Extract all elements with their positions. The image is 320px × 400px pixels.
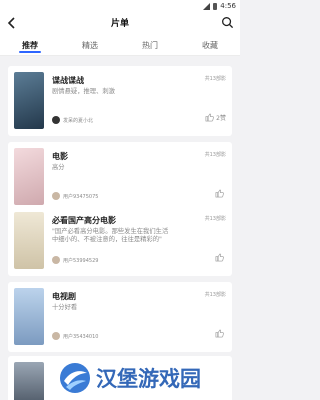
thumbs-up-icon <box>215 253 224 262</box>
signal-icon <box>203 2 211 10</box>
playlist-cover <box>14 72 44 129</box>
app-header: 片单 <box>0 12 240 34</box>
playlist-description: 剧情悬疑，推理、刺激 <box>52 88 115 95</box>
playlist-card[interactable]: 电视剧 共13部影 十分好看 用户35434010 <box>8 282 232 352</box>
like-count: 2赞 <box>216 115 226 122</box>
playlist-author[interactable]: 用户93475075 <box>52 192 98 200</box>
watermark: 汉堡游戏园 <box>58 358 238 398</box>
playlist-count: 共13部影 <box>204 152 226 158</box>
status-bar: 4:56 <box>0 0 240 12</box>
author-name: 用户35434010 <box>63 333 99 340</box>
playlist-description: 十分好看 <box>52 304 78 311</box>
playlist-count: 共13部影 <box>204 76 226 82</box>
thumbs-up-icon <box>215 189 224 198</box>
avatar <box>52 192 60 200</box>
status-time: 4:56 <box>220 2 236 10</box>
battery-icon <box>213 2 218 10</box>
playlist-author[interactable]: 用户53994529 <box>52 256 98 264</box>
tab-bar: 推荐 精选 热门 收藏 <box>0 34 240 56</box>
author-name: 用户93475075 <box>63 193 99 200</box>
thumbs-up-icon <box>205 113 214 122</box>
playlist-count: 共13部影 <box>204 216 226 222</box>
playlist-author[interactable]: 发呆的夏小北 <box>52 116 93 124</box>
playlist-name: 必看国产高分电影 <box>52 216 116 225</box>
thumbs-up-icon <box>215 329 224 338</box>
search-icon[interactable] <box>221 16 234 29</box>
tab-recommend[interactable]: 推荐 <box>0 34 60 55</box>
playlist-description: "国产必看高分电影。那些发生在我们生活中细小的、不被注意的，往往是精彩的" <box>52 228 169 243</box>
playlist-name: 电影 <box>52 152 68 161</box>
page-title: 片单 <box>110 19 129 29</box>
watermark-logo-icon <box>60 363 90 393</box>
tab-featured[interactable]: 精选 <box>60 34 120 55</box>
like-button[interactable] <box>215 253 226 262</box>
playlist-name: 谍战谍战 <box>52 76 84 85</box>
playlist-author[interactable]: 用户35434010 <box>52 332 98 340</box>
watermark-text: 汉堡游戏园 <box>96 367 201 391</box>
playlist-card[interactable]: 电影 共13部影 高分 用户93475075 <box>8 142 232 212</box>
avatar <box>52 256 60 264</box>
like-button[interactable] <box>215 189 226 198</box>
avatar <box>52 332 60 340</box>
playlist-card[interactable]: 必看国产高分电影 共13部影 "国产必看高分电影。那些发生在我们生活中细小的、不… <box>8 206 232 276</box>
playlist-cover <box>14 212 44 269</box>
like-button[interactable]: 2赞 <box>205 113 226 122</box>
playlist-card[interactable]: 谍战谍战 共13部影 剧情悬疑，推理、刺激 发呆的夏小北 2赞 <box>8 66 232 136</box>
playlist-cover <box>14 362 44 400</box>
playlist-name: 电视剧 <box>52 292 76 301</box>
avatar <box>52 116 60 124</box>
like-button[interactable] <box>215 329 226 338</box>
tab-hot[interactable]: 热门 <box>120 34 180 55</box>
playlist-count: 共13部影 <box>204 292 226 298</box>
playlist-cover <box>14 288 44 345</box>
author-name: 用户53994529 <box>63 257 99 264</box>
playlist-description: 高分 <box>52 164 65 171</box>
author-name: 发呆的夏小北 <box>63 117 94 124</box>
playlist-cover <box>14 148 44 205</box>
tab-favorites[interactable]: 收藏 <box>180 34 240 55</box>
